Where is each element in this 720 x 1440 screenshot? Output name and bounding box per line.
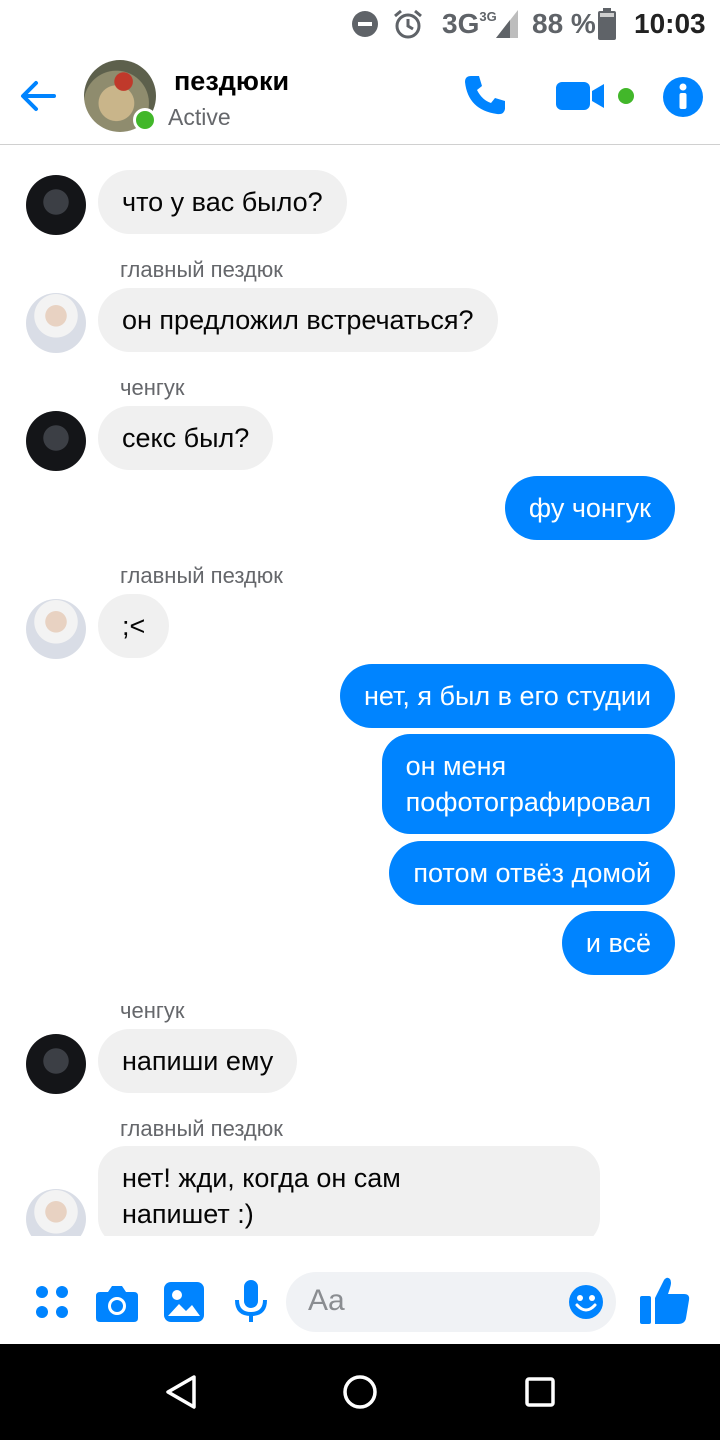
message-bubble[interactable]: он меня пофотографировал: [381, 734, 675, 834]
message-bubble[interactable]: ;<: [98, 594, 170, 658]
like-thumbs-up-icon[interactable]: [640, 1276, 690, 1329]
message-bubble[interactable]: и всё: [561, 911, 675, 975]
camera-icon[interactable]: [96, 1284, 138, 1327]
composer: Aa: [0, 1256, 720, 1346]
avatar[interactable]: [26, 293, 86, 353]
nav-back-icon[interactable]: [164, 1374, 198, 1415]
alarm-icon: [392, 6, 424, 42]
battery-percent: 88 %: [532, 8, 596, 39]
status-bar: 3G 3G 88 % 10:03: [0, 0, 720, 48]
signal-icon: [496, 6, 518, 42]
message-bubble[interactable]: фу чонгук: [504, 476, 675, 540]
message-line: он меня: [405, 751, 507, 781]
message-bubble[interactable]: напиши ему: [98, 1029, 298, 1093]
message-bubble[interactable]: нет! жди, когда он сам напишет :): [98, 1146, 600, 1236]
avatar[interactable]: [26, 1189, 86, 1236]
message-line: нет! жди, когда он сам: [122, 1163, 401, 1193]
emoji-icon[interactable]: [568, 1284, 604, 1325]
avatar[interactable]: [26, 175, 86, 235]
message-line: пофотографировал: [405, 787, 651, 817]
info-icon[interactable]: [662, 76, 704, 123]
sender-name: главный пездюк: [120, 257, 283, 282]
system-navigation-bar: [0, 1344, 720, 1440]
message-bubble[interactable]: нет, я был в его студии: [340, 664, 675, 728]
sender-name: главный пездюк: [120, 563, 283, 588]
sender-name: ченгук: [120, 998, 185, 1023]
message-bubble[interactable]: он предложил встречаться?: [98, 288, 498, 352]
back-arrow-icon[interactable]: [18, 76, 58, 116]
sender-name: ченгук: [120, 375, 185, 400]
avatar[interactable]: [26, 411, 86, 471]
phone-call-icon[interactable]: [462, 72, 508, 123]
online-indicator: [133, 108, 157, 132]
do-not-disturb-icon: [350, 6, 380, 42]
microphone-icon[interactable]: [234, 1280, 268, 1329]
message-input-placeholder: Aa: [308, 1284, 345, 1317]
avatar[interactable]: [26, 599, 86, 659]
avatar[interactable]: [26, 1034, 86, 1094]
sender-name: главный пездюк: [120, 1116, 283, 1141]
video-active-indicator: [618, 88, 634, 104]
battery-icon: [598, 6, 616, 42]
nav-recents-icon[interactable]: [524, 1376, 556, 1413]
message-bubble[interactable]: потом отвёз домой: [389, 841, 675, 905]
gallery-icon[interactable]: [164, 1282, 204, 1327]
more-actions-icon[interactable]: [34, 1284, 70, 1325]
message-bubble[interactable]: секс был?: [98, 406, 274, 470]
message-list[interactable]: что у вас было? главный пездюк он предло…: [0, 145, 720, 1236]
chat-status: Active: [168, 104, 231, 130]
video-call-icon[interactable]: [556, 80, 606, 117]
message-line: напишет :): [122, 1199, 254, 1229]
clock: 10:03: [634, 8, 706, 39]
chat-title[interactable]: пездюки: [174, 66, 289, 97]
network-type: 3G: [442, 8, 480, 39]
message-input[interactable]: Aa: [286, 1272, 616, 1332]
message-bubble[interactable]: что у вас было?: [98, 170, 347, 234]
network-type-sup: 3G: [479, 8, 497, 24]
chat-header: пездюки Active: [0, 48, 720, 145]
nav-home-icon[interactable]: [342, 1374, 378, 1415]
